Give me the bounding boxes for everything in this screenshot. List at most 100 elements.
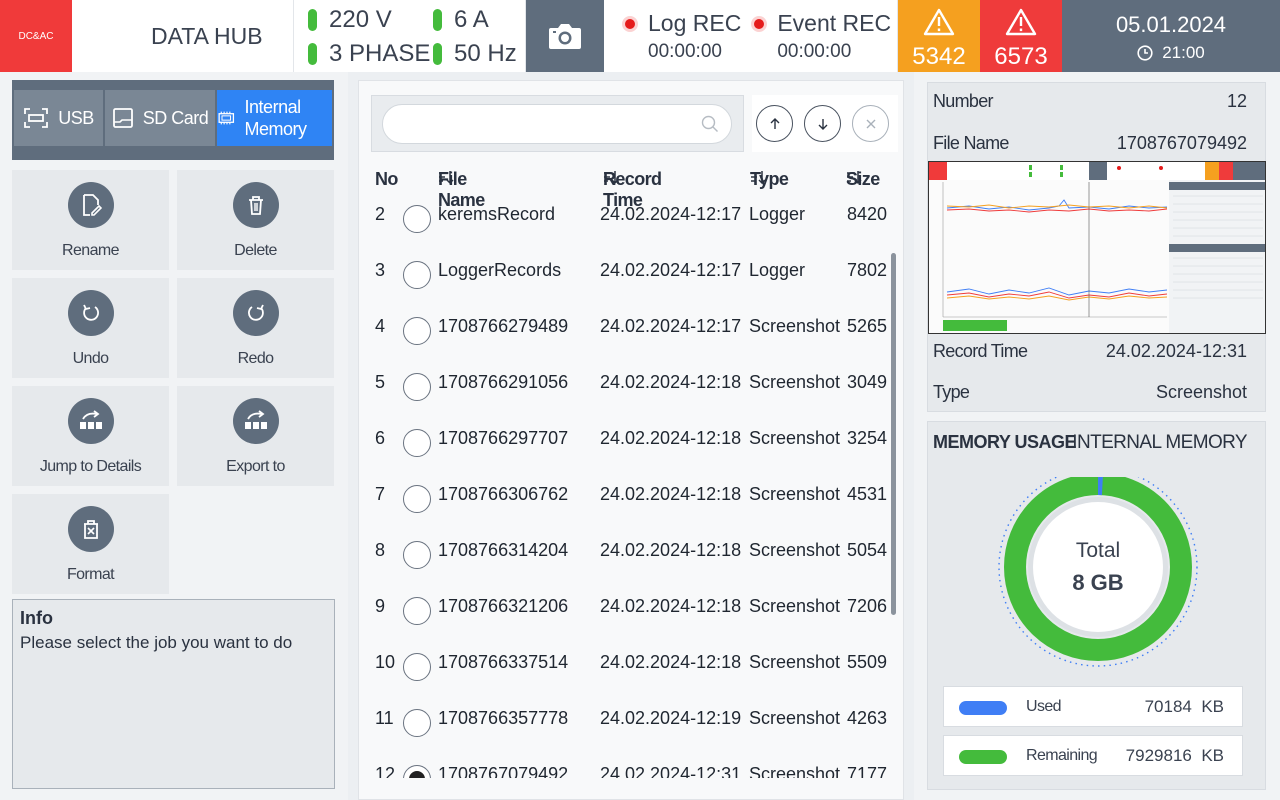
column-file-name[interactable]: File Name bbox=[438, 169, 485, 210]
table-row[interactable]: 3 LoggerRecords 24.02.2024-12:17 Logger 7802 bbox=[359, 252, 889, 308]
time-text: 21:00 bbox=[1162, 43, 1205, 62]
table-row[interactable]: 4 1708766279489 24.02.2024-12:17 Screenshot… bbox=[359, 308, 889, 364]
cell-no: 6 bbox=[375, 428, 386, 448]
export-label: Export to bbox=[226, 458, 285, 475]
table-row[interactable]: 11 1708766357778 24.02.2024-12:19 Screensho… bbox=[359, 700, 889, 756]
cell-type: Screenshot bbox=[749, 372, 841, 392]
arrow-up-icon bbox=[770, 117, 779, 129]
export-button[interactable]: Export to bbox=[177, 386, 334, 486]
cell-name: 1708766291056 bbox=[438, 372, 569, 392]
sd-card-icon bbox=[112, 108, 133, 128]
tab-sd-card[interactable]: SD Card bbox=[105, 90, 215, 146]
remaining-swatch bbox=[959, 750, 1007, 764]
delete-label: Delete bbox=[234, 242, 277, 259]
list-scrollbar[interactable] bbox=[891, 253, 896, 615]
delete-button[interactable]: Delete bbox=[177, 170, 334, 270]
cell-time: 24.02.2024-12:31 bbox=[600, 764, 742, 778]
cell-type: Screenshot bbox=[749, 316, 841, 336]
cell-size: 4531 bbox=[847, 484, 888, 504]
format-icon bbox=[83, 520, 98, 539]
voltage-readout: 220 V bbox=[308, 4, 433, 35]
row-select-radio[interactable] bbox=[403, 653, 431, 681]
cell-type: Logger bbox=[749, 204, 806, 224]
close-icon bbox=[866, 119, 875, 128]
row-select-radio[interactable] bbox=[403, 205, 431, 233]
screenshot-button[interactable] bbox=[526, 0, 604, 72]
column-type[interactable]: Type bbox=[750, 169, 789, 190]
clear-selection-button[interactable] bbox=[852, 105, 889, 142]
table-row[interactable]: 12 1708767079492 24.02.2024-12:31 Screensho… bbox=[359, 756, 889, 778]
format-button[interactable]: Format bbox=[12, 494, 169, 594]
cell-no: 11 bbox=[375, 708, 394, 728]
tab-usb[interactable]: USB bbox=[14, 90, 103, 146]
warning-alarm-button[interactable]: 5342 bbox=[898, 0, 980, 72]
undo-label: Undo bbox=[72, 350, 109, 367]
detail-type: Type Screenshot bbox=[933, 382, 1247, 403]
error-alarm-button[interactable]: 6573 bbox=[980, 0, 1062, 72]
used-unit: KB bbox=[1201, 697, 1224, 716]
table-row[interactable]: 6 1708766297707 24.02.2024-12:18 Screenshot… bbox=[359, 420, 889, 476]
logo-text: DC&AC bbox=[18, 30, 54, 42]
cell-size: 5265 bbox=[847, 316, 888, 336]
scroll-up-button[interactable] bbox=[756, 105, 793, 142]
row-select-radio[interactable] bbox=[403, 541, 431, 569]
total-label: Total bbox=[1076, 539, 1120, 562]
cell-type: Screenshot bbox=[749, 764, 841, 778]
file-list-panel: No File Name Record Time Type Size 2 kere… bbox=[358, 80, 904, 800]
tab-sd-card-label: SD Card bbox=[142, 108, 209, 128]
table-row[interactable]: 8 1708766314204 24.02.2024-12:18 Screenshot… bbox=[359, 532, 889, 588]
table-row[interactable]: 5 1708766291056 24.02.2024-12:18 Screenshot… bbox=[359, 364, 889, 420]
top-bar: DC&AC DATA HUB 220 V 6 A 3 PHASE 50 Hz L… bbox=[0, 0, 1280, 72]
donut-center bbox=[1033, 502, 1163, 632]
total-value: 8 GB bbox=[1072, 570, 1123, 595]
row-select-radio[interactable] bbox=[403, 709, 431, 737]
remaining-label: Remaining bbox=[1026, 747, 1098, 764]
date-text: 05.01.2024 bbox=[1115, 12, 1227, 37]
row-select-radio[interactable] bbox=[403, 261, 431, 289]
export-icon bbox=[244, 410, 267, 429]
undo-button[interactable]: Undo bbox=[12, 278, 169, 378]
cell-time: 24.02.2024-12:18 bbox=[600, 596, 742, 616]
search-input[interactable] bbox=[382, 104, 732, 144]
table-row[interactable]: 2 keremsRecord 24.02.2024-12:17 Logger 8420 bbox=[359, 196, 889, 252]
row-select-radio[interactable] bbox=[403, 765, 431, 778]
table-header: No File Name Record Time Type Size bbox=[359, 169, 905, 210]
cell-time: 24.02.2024-12:18 bbox=[600, 372, 742, 392]
memory-source-label: INTERNAL MEMORY bbox=[1072, 432, 1247, 453]
cell-time: 24.02.2024-12:18 bbox=[600, 540, 742, 560]
row-select-radio[interactable] bbox=[403, 485, 431, 513]
row-select-radio[interactable] bbox=[403, 597, 431, 625]
event-rec-timer: 00:00:00 bbox=[777, 41, 852, 62]
memory-usage-card: MEMORY USAGE INTERNAL MEMORY Total 8 GB … bbox=[927, 421, 1266, 790]
table-row[interactable]: 7 1708766306762 24.02.2024-12:18 Screenshot… bbox=[359, 476, 889, 532]
tab-internal-memory[interactable]: Internal Memory bbox=[217, 90, 332, 146]
legend-used: Used 70184 KB bbox=[943, 686, 1243, 727]
jump-to-details-button[interactable]: Jump to Details bbox=[12, 386, 169, 486]
search-bar bbox=[371, 95, 744, 152]
scroll-down-button[interactable] bbox=[804, 105, 841, 142]
current-value: 6 A bbox=[454, 5, 489, 33]
cell-no: 9 bbox=[375, 596, 386, 616]
cell-type: Screenshot bbox=[749, 540, 841, 560]
trash-icon bbox=[248, 196, 263, 215]
cell-type: Logger bbox=[749, 260, 806, 280]
rename-button[interactable]: Rename bbox=[12, 170, 169, 270]
row-select-radio[interactable] bbox=[403, 317, 431, 345]
row-select-radio[interactable] bbox=[403, 429, 431, 457]
date-time: 05.01.2024 21:00 bbox=[1062, 0, 1280, 72]
row-select-radio[interactable] bbox=[403, 373, 431, 401]
column-size[interactable]: Size bbox=[846, 169, 880, 190]
log-rec-status[interactable]: Log REC 00:00:00 bbox=[604, 0, 741, 72]
table-row[interactable]: 10 1708766337514 24.02.2024-12:18 Screensho… bbox=[359, 644, 889, 700]
cell-no: 8 bbox=[375, 540, 386, 560]
event-rec-status[interactable]: Event REC 00:00:00 bbox=[741, 0, 891, 72]
camera-icon bbox=[549, 24, 581, 49]
type-label: Type bbox=[933, 382, 970, 402]
table-row[interactable]: 9 1708766321206 24.02.2024-12:18 Screenshot… bbox=[359, 588, 889, 644]
cell-size: 5054 bbox=[847, 540, 888, 560]
cell-time: 24.02.2024-12:17 bbox=[600, 204, 742, 224]
column-record-time[interactable]: Record Time bbox=[603, 169, 662, 210]
remaining-unit: KB bbox=[1201, 746, 1224, 765]
screenshot-preview[interactable] bbox=[928, 161, 1266, 334]
redo-button[interactable]: Redo bbox=[177, 278, 334, 378]
